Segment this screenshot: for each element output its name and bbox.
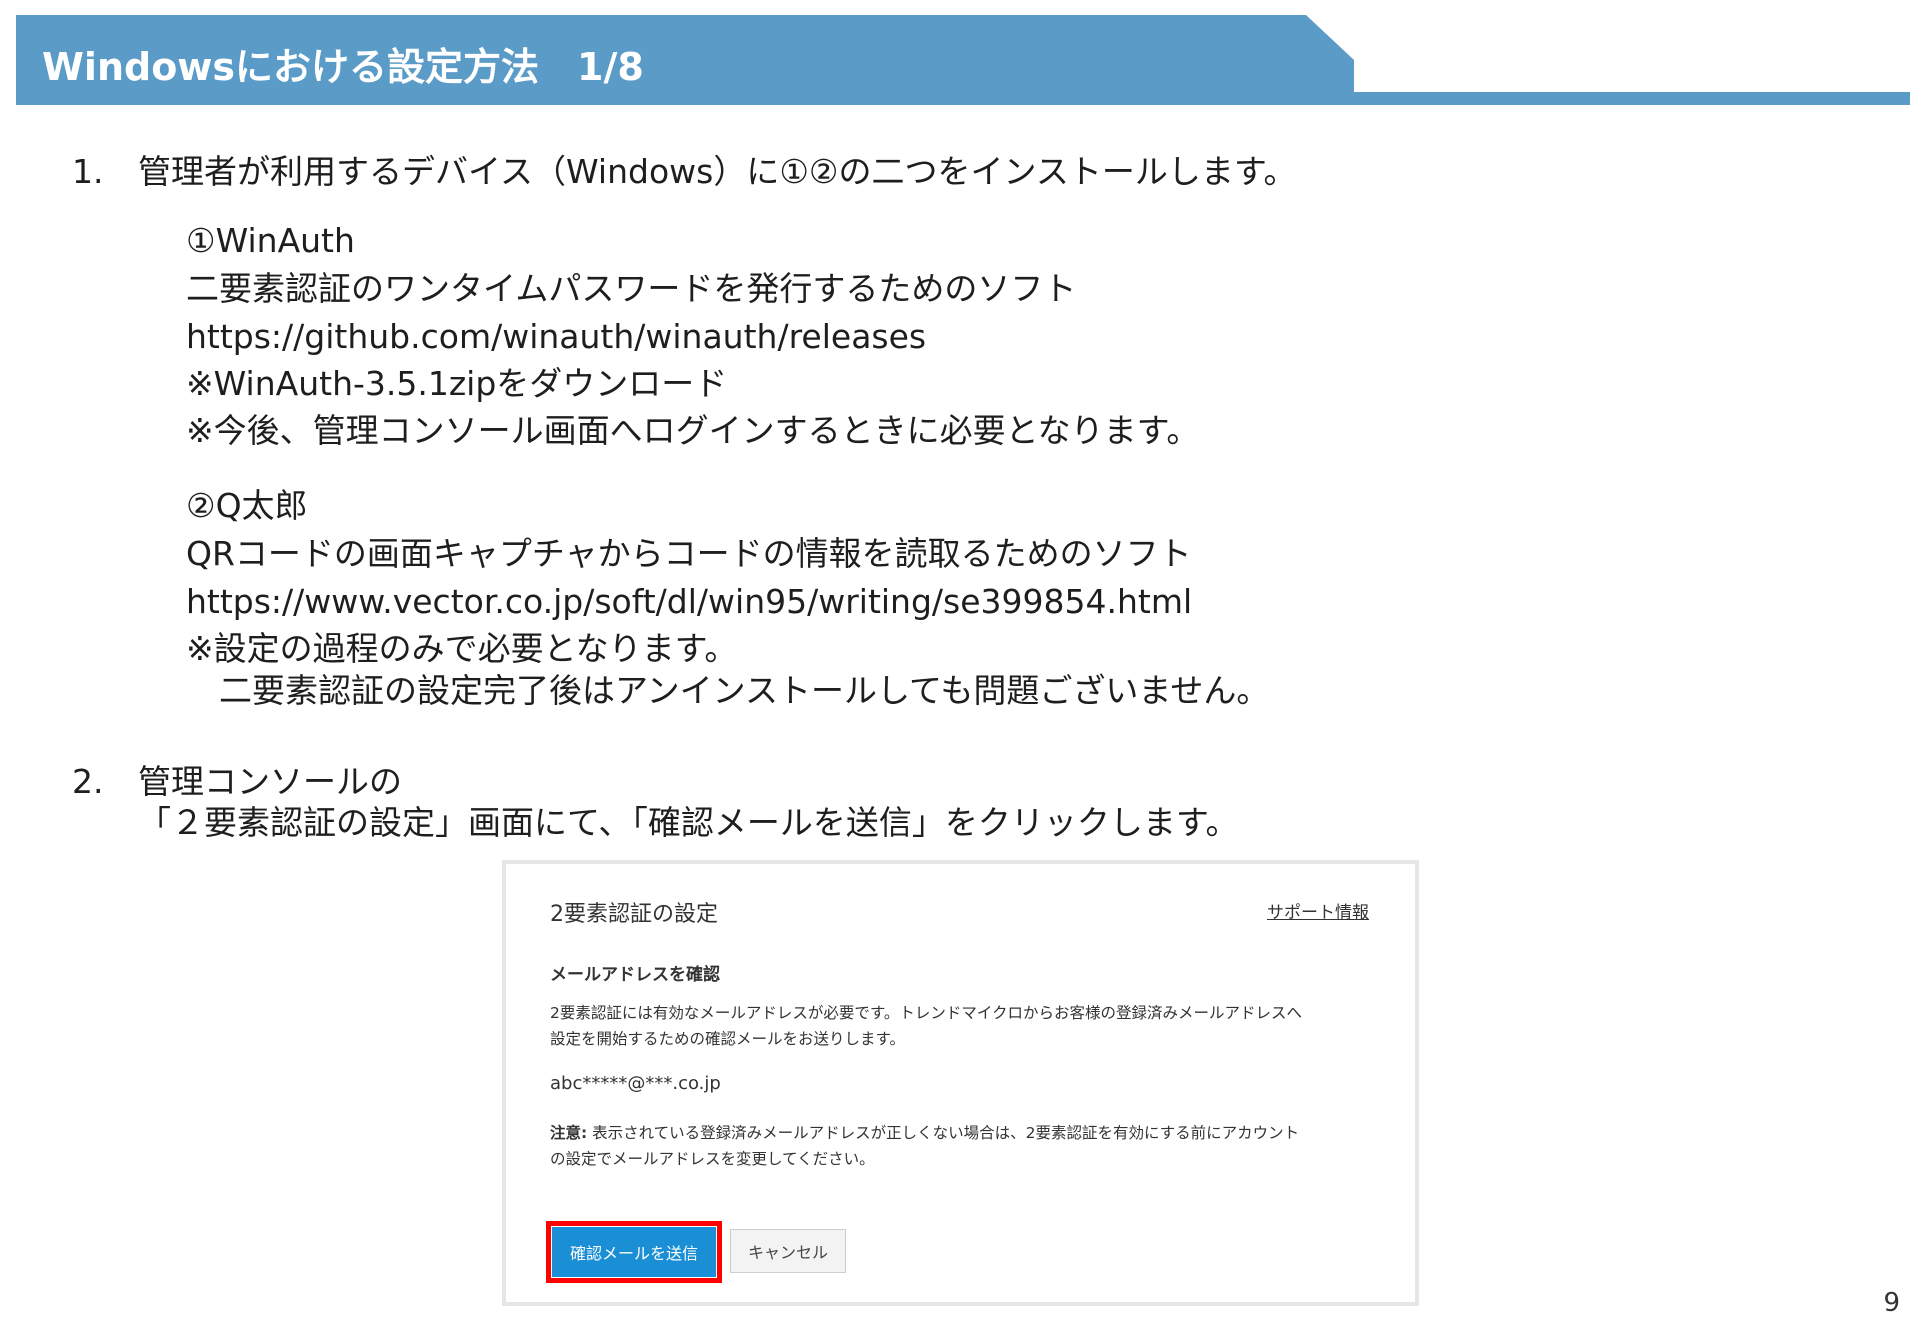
page-number: 9 — [1883, 1288, 1900, 1318]
dialog-title: 2要素認証の設定 — [550, 902, 718, 927]
step-2-text-line1: 管理コンソールの — [138, 762, 402, 801]
note-label: 注意: — [550, 1124, 588, 1142]
step-2-number: 2. — [72, 762, 104, 801]
dialog-note: 注意: 表示されている登録済みメールアドレスが正しくない場合は、2要素認証を有効… — [550, 1120, 1299, 1172]
winauth-login-note: ※今後、管理コンソール画面へログインするときに必要となります。 — [186, 411, 1200, 450]
send-confirmation-email-button[interactable]: 確認メールを送信 — [552, 1227, 716, 1277]
qtaro-name: ②Q太郎 — [186, 486, 308, 525]
title-underline — [1354, 92, 1910, 105]
qtaro-usage-note: ※設定の過程のみで必要となります。 — [186, 629, 738, 668]
slide-title: Windowsにおける設定方法 1/8 — [42, 45, 644, 89]
two-factor-settings-screenshot: 2要素認証の設定 サポート情報 メールアドレスを確認 2要素認証には有効なメール… — [502, 860, 1419, 1306]
winauth-download-note: ※WinAuth-3.5.1zipをダウンロード — [186, 364, 728, 403]
dialog-description: 2要素認証には有効なメールアドレスが必要です。トレンドマイクロからお客様の登録済… — [550, 1000, 1302, 1052]
qtaro-description: QRコードの画面キャプチャからコードの情報を読取るためのソフト — [186, 534, 1192, 573]
registered-email: abc*****@***.co.jp — [550, 1073, 721, 1094]
winauth-url[interactable]: https://github.com/winauth/winauth/relea… — [186, 318, 926, 356]
qtaro-url[interactable]: https://www.vector.co.jp/soft/dl/win95/w… — [186, 583, 1192, 621]
winauth-name: ①WinAuth — [186, 221, 355, 260]
step-2-text-line2: 「２要素認証の設定」画面にて、「確認メールを送信」をクリックします。 — [138, 803, 1239, 842]
step-1-text: 管理者が利用するデバイス（Windows）に①②の二つをインストールします。 — [138, 152, 1297, 191]
qtaro-uninstall-note: 二要素認証の設定完了後はアンインストールしても問題ございません。 — [186, 671, 1270, 710]
winauth-description: 二要素認証のワンタイムパスワードを発行するためのソフト — [186, 269, 1077, 308]
dialog-description-line1: 2要素認証には有効なメールアドレスが必要です。トレンドマイクロからお客様の登録済… — [550, 1004, 1303, 1022]
confirm-email-heading: メールアドレスを確認 — [550, 965, 720, 985]
cancel-button[interactable]: キャンセル — [730, 1229, 846, 1273]
step-1-number: 1. — [72, 152, 104, 191]
dialog-description-line2: 設定を開始するための確認メールをお送りします。 — [550, 1030, 905, 1048]
note-line1: 表示されている登録済みメールアドレスが正しくない場合は、2要素認証を有効にする前… — [587, 1124, 1300, 1142]
note-line2: の設定でメールアドレスを変更してください。 — [550, 1150, 875, 1168]
support-info-link[interactable]: サポート情報 — [1267, 898, 1369, 923]
